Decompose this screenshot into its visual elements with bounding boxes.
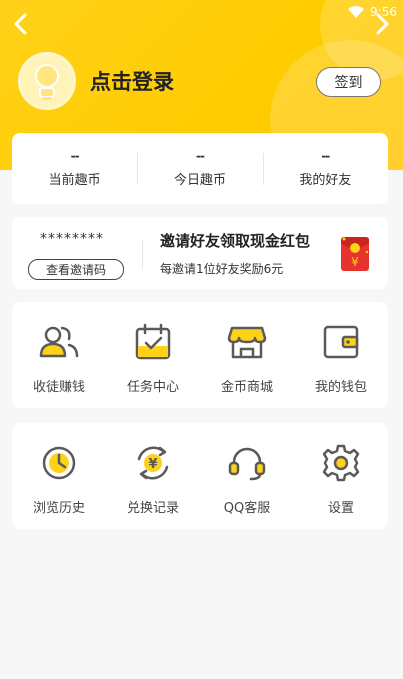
menu-label: 我的钱包 [314, 380, 367, 395]
menu-grid-secondary: 浏览历史 ¥ 兑换记录 QQ客服 设置 [12, 423, 388, 529]
invite-code: ******** [40, 231, 104, 247]
menu-label: QQ客服 [223, 501, 271, 516]
red-envelope-icon: ¥ [341, 237, 369, 271]
invite-card[interactable]: ******** 查看邀请码 邀请好友领取现金红包 每邀请1位好友奖励6元 ¥ [12, 217, 388, 289]
login-link[interactable]: 点击登录 [90, 66, 174, 96]
stats-card: -- 当前趣币 -- 今日趣币 -- 我的好友 [12, 133, 388, 204]
friends-icon [39, 326, 79, 358]
calendar-check-icon [135, 323, 171, 360]
stat-value: -- [321, 149, 330, 163]
menu-label: 设置 [327, 501, 354, 516]
menu-grid-primary: 收徒赚钱 任务中心 金币商城 我的钱包 [12, 302, 388, 408]
history-clock-icon [42, 446, 76, 480]
menu-item-my-wallet[interactable]: 我的钱包 [294, 302, 388, 408]
default-avatar-icon [35, 64, 59, 100]
stat-label: 当前趣币 [48, 173, 101, 188]
gear-icon [322, 444, 360, 482]
menu-item-qq-support[interactable]: QQ客服 [200, 423, 294, 529]
menu-label: 收徒赚钱 [32, 380, 85, 395]
stat-value: -- [70, 149, 80, 163]
menu-label: 兑换记录 [126, 501, 179, 516]
menu-item-settings[interactable]: 设置 [294, 423, 388, 529]
menu-item-exchange-records[interactable]: ¥ 兑换记录 [106, 423, 200, 529]
stat-label: 我的好友 [299, 173, 352, 188]
invite-subtitle: 每邀请1位好友奖励6元 [160, 262, 284, 276]
menu-item-apprentice[interactable]: 收徒赚钱 [12, 302, 106, 408]
divider [142, 239, 143, 269]
menu-label: 浏览历史 [32, 501, 85, 516]
stat-value: -- [196, 149, 205, 163]
menu-item-task-center[interactable]: 任务中心 [106, 302, 200, 408]
menu-item-coin-mall[interactable]: 金币商城 [200, 302, 294, 408]
menu-item-browse-history[interactable]: 浏览历史 [12, 423, 106, 529]
back-arrow-icon[interactable] [10, 12, 32, 36]
stat-my-friends[interactable]: -- 我的好友 [262, 133, 388, 204]
stat-current-coins[interactable]: -- 当前趣币 [12, 133, 137, 204]
exchange-yuan-icon: ¥ [137, 446, 169, 480]
menu-label: 任务中心 [126, 380, 179, 395]
svg-text:¥: ¥ [351, 255, 359, 269]
wallet-icon [323, 325, 359, 359]
avatar[interactable] [18, 52, 76, 110]
invite-title: 邀请好友领取现金红包 [160, 232, 311, 250]
menu-label: 金币商城 [220, 380, 273, 395]
signin-button[interactable]: 签到 [316, 67, 381, 97]
view-invite-code-button[interactable]: 查看邀请码 [28, 259, 124, 280]
stat-today-coins[interactable]: -- 今日趣币 [137, 133, 262, 204]
stat-label: 今日趣币 [173, 173, 226, 188]
headset-icon [228, 447, 266, 481]
shop-icon [227, 326, 267, 359]
svg-text:¥: ¥ [148, 457, 157, 472]
wifi-icon [348, 6, 365, 18]
forward-arrow-icon[interactable] [371, 12, 393, 36]
